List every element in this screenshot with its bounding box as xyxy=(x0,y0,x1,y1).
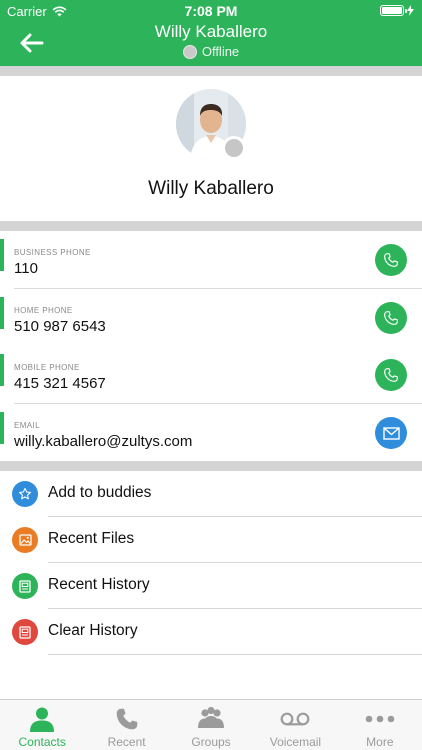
voicemail-icon xyxy=(280,706,310,732)
email-label: EMAIL xyxy=(14,421,41,430)
status-bar: Carrier 7:08 PM xyxy=(0,0,422,22)
phone-icon xyxy=(384,311,398,325)
tab-recent[interactable]: Recent xyxy=(84,700,168,750)
business-phone-label: BUSINESS PHONE xyxy=(14,248,91,257)
tab-more-label: More xyxy=(366,735,394,749)
mobile-phone-value[interactable]: 415 321 4567 xyxy=(14,375,106,392)
tab-groups-label: Groups xyxy=(191,735,231,749)
mobile-phone-field: MOBILE PHONE 415 321 4567 xyxy=(0,346,422,404)
presence-status-label: Offline xyxy=(201,44,240,59)
mobile-phone-label: MOBILE PHONE xyxy=(14,363,80,372)
status-time: 7:08 PM xyxy=(184,3,238,19)
field-accent-bar xyxy=(0,412,4,444)
home-phone-label: HOME PHONE xyxy=(14,306,73,315)
recent-files-button[interactable]: Recent Files xyxy=(0,517,422,563)
recent-files-label: Recent Files xyxy=(48,530,135,547)
tab-contacts[interactable]: Contacts xyxy=(0,700,84,750)
envelope-icon xyxy=(382,426,400,440)
field-accent-bar xyxy=(0,239,4,271)
recent-history-button[interactable]: Recent History xyxy=(0,563,422,609)
phone-icon xyxy=(384,368,398,382)
tab-bar: Contacts Recent Groups Voicemail More xyxy=(0,699,422,750)
person-icon xyxy=(27,706,57,732)
send-email-button[interactable] xyxy=(375,417,407,449)
tab-contacts-label: Contacts xyxy=(18,735,66,749)
call-home-phone-button[interactable] xyxy=(375,302,407,334)
section-divider xyxy=(0,66,422,76)
field-accent-bar xyxy=(0,354,4,386)
phone-icon xyxy=(384,253,398,267)
clear-history-button[interactable]: Clear History xyxy=(0,609,422,655)
section-divider xyxy=(0,221,422,231)
call-business-phone-button[interactable] xyxy=(375,244,407,276)
section-divider xyxy=(0,461,422,471)
field-accent-bar xyxy=(0,297,4,329)
presence-dot-icon xyxy=(182,44,197,59)
tab-voicemail-label: Voicemail xyxy=(269,735,322,749)
group-icon xyxy=(196,706,226,732)
call-mobile-phone-button[interactable] xyxy=(375,359,407,391)
battery-icon xyxy=(380,5,407,16)
offline-status-indicator xyxy=(222,136,246,160)
add-to-buddies-label: Add to buddies xyxy=(48,484,152,501)
star-icon xyxy=(12,481,38,507)
add-to-buddies-button[interactable]: Add to buddies xyxy=(0,471,422,517)
page-title: Willy Kaballero xyxy=(154,22,268,41)
home-phone-field: HOME PHONE 510 987 6543 xyxy=(0,289,422,347)
email-value[interactable]: willy.kaballero@zultys.com xyxy=(14,433,192,450)
home-phone-value[interactable]: 510 987 6543 xyxy=(14,318,106,335)
charging-icon xyxy=(407,5,414,16)
tab-groups[interactable]: Groups xyxy=(169,700,253,750)
history-icon xyxy=(12,573,38,599)
trash-icon xyxy=(12,619,38,645)
phone-icon xyxy=(112,706,142,732)
battery-indicator xyxy=(380,5,414,16)
contact-name: Willy Kaballero xyxy=(148,178,274,199)
tab-recent-label: Recent xyxy=(107,735,146,749)
business-phone-field: BUSINESS PHONE 110 xyxy=(0,231,422,289)
tab-voicemail[interactable]: Voicemail xyxy=(253,700,337,750)
recent-history-label: Recent History xyxy=(48,576,150,593)
nav-header: Carrier 7:08 PM Willy Kaballero Offline xyxy=(0,0,422,66)
image-icon xyxy=(12,527,38,553)
presence-status: Offline xyxy=(0,44,422,59)
business-phone-value[interactable]: 110 xyxy=(14,260,38,277)
tab-more[interactable]: More xyxy=(338,700,422,750)
clear-history-label: Clear History xyxy=(48,622,138,639)
more-icon xyxy=(365,706,395,732)
email-field: EMAIL willy.kaballero@zultys.com xyxy=(0,404,422,462)
profile-card: Willy Kaballero xyxy=(0,76,422,221)
